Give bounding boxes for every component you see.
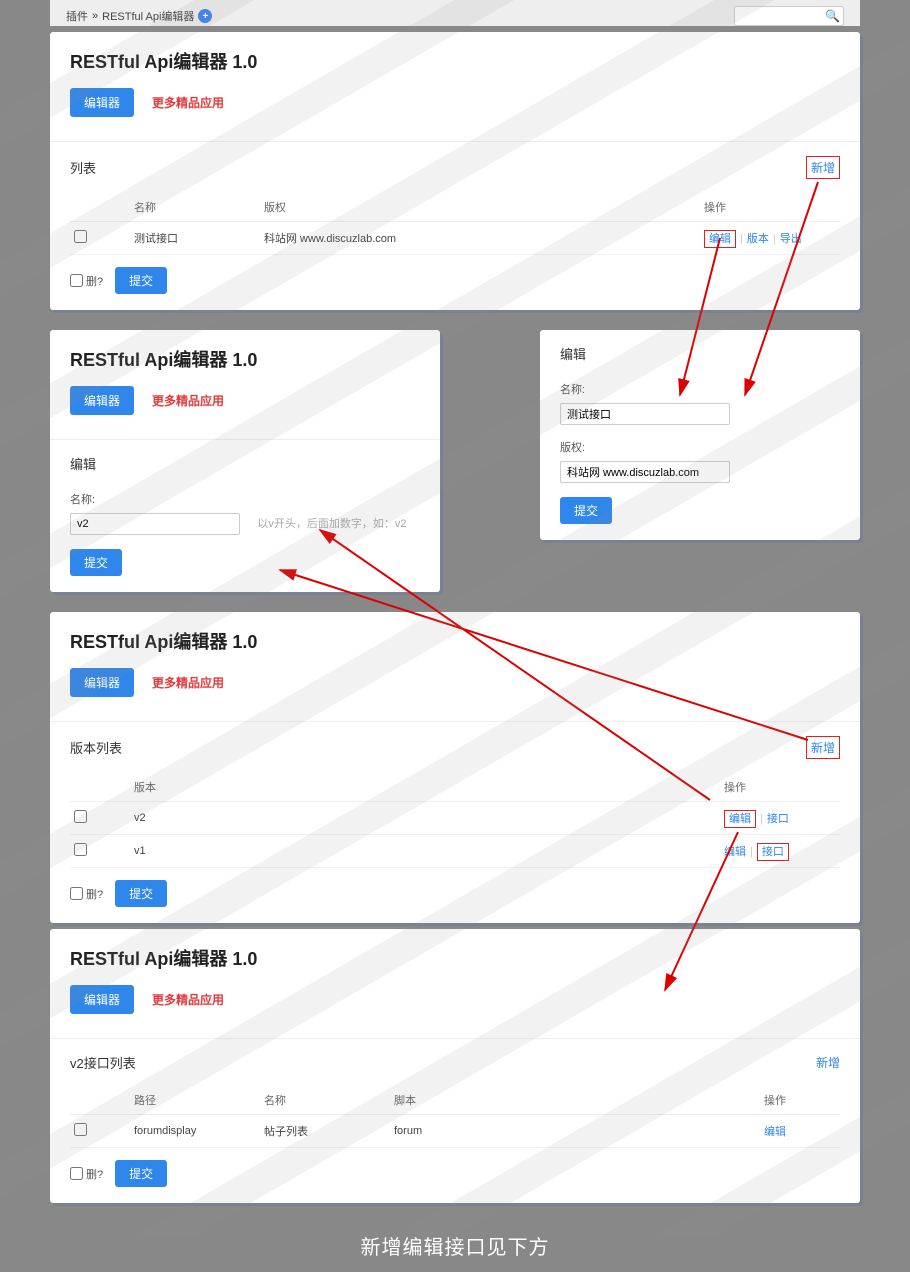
col-copyright: 版权 [260,193,700,222]
label-copyright: 版权: [560,439,840,455]
panel-version-list: RESTful Api编辑器 1.0 编辑器 更多精品应用 版本列表 新增 版本… [50,612,860,923]
list-title: 列表 [70,158,96,177]
panel-edit-version: RESTful Api编辑器 1.0 编辑器 更多精品应用 编辑 名称: 以v开… [50,330,440,592]
bottom-caption: 新增编辑接口见下方 [0,1209,910,1272]
submit-button[interactable]: 提交 [70,549,122,576]
list-title: v2接口列表 [70,1053,136,1072]
version-table: 版本 操作 v2 编辑|接口 v1 编辑|接口 [70,773,840,868]
tab-editor[interactable]: 编辑器 [70,668,134,697]
table-row: v1 编辑|接口 [70,835,840,868]
interface-link[interactable]: 接口 [757,843,789,861]
page-title: RESTful Api编辑器 1.0 [70,346,420,372]
row-copyright: 科站网 www.discuzlab.com [260,222,700,255]
name-input[interactable] [70,513,240,535]
row-checkbox[interactable] [74,1123,87,1136]
row-path: forumdisplay [130,1115,260,1148]
delete-checkbox-label[interactable]: 删? [70,886,103,902]
label-name: 名称: [70,491,420,507]
interface-link[interactable]: 接口 [767,813,789,825]
row-checkbox[interactable] [74,843,87,856]
export-link[interactable]: 导出 [780,233,802,245]
search-icon[interactable]: 🔍 [825,9,840,23]
panel-edit-api: 编辑 名称: 版权: 提交 [540,330,860,540]
tab-more-apps[interactable]: 更多精品应用 [152,991,224,1008]
tab-editor[interactable]: 编辑器 [70,88,134,117]
row-checkbox[interactable] [74,810,87,823]
row-script: forum [390,1115,760,1148]
col-op: 操作 [760,1086,840,1115]
page-title: RESTful Api编辑器 1.0 [70,48,840,74]
edit-link[interactable]: 编辑 [724,810,756,828]
name-hint: 以v开头，后面加数字，如：v2 [257,518,406,530]
edit-link[interactable]: 编辑 [724,846,746,858]
breadcrumb-sep: » [92,10,98,22]
name-input[interactable] [560,403,730,425]
list-title: 版本列表 [70,738,122,757]
panel-list: RESTful Api编辑器 1.0 编辑器 更多精品应用 列表 新增 名称 版… [50,32,860,310]
col-version: 版本 [130,773,720,802]
edit-link[interactable]: 编辑 [704,230,736,248]
breadcrumb-current[interactable]: RESTful Api编辑器 [102,8,194,24]
table-row: v2 编辑|接口 [70,802,840,835]
interface-table: 路径 名称 脚本 操作 forumdisplay 帖子列表 forum 编辑 [70,1086,840,1148]
tab-more-apps[interactable]: 更多精品应用 [152,94,224,111]
col-path: 路径 [130,1086,260,1115]
form-title: 编辑 [560,344,840,363]
col-op: 操作 [700,193,840,222]
col-op: 操作 [720,773,840,802]
tab-more-apps[interactable]: 更多精品应用 [152,392,224,409]
tab-editor[interactable]: 编辑器 [70,386,134,415]
breadcrumb-plugin[interactable]: 插件 [66,8,88,24]
panel-interface-list: RESTful Api编辑器 1.0 编辑器 更多精品应用 v2接口列表 新增 … [50,929,860,1203]
row-version: v1 [130,835,720,868]
page-title: RESTful Api编辑器 1.0 [70,628,840,654]
table-row: forumdisplay 帖子列表 forum 编辑 [70,1115,840,1148]
delete-checkbox-label[interactable]: 删? [70,273,103,289]
row-name: 帖子列表 [260,1115,390,1148]
submit-button[interactable]: 提交 [560,497,612,524]
row-checkbox[interactable] [74,230,87,243]
tab-more-apps[interactable]: 更多精品应用 [152,674,224,691]
delete-checkbox[interactable] [70,274,83,287]
add-button[interactable]: 新增 [806,736,840,759]
search-box: 🔍 [734,6,844,26]
form-title: 编辑 [70,454,420,473]
delete-checkbox[interactable] [70,1167,83,1180]
col-name: 名称 [260,1086,390,1115]
page-title: RESTful Api编辑器 1.0 [70,945,840,971]
delete-checkbox-label[interactable]: 删? [70,1166,103,1182]
add-button[interactable]: 新增 [816,1054,840,1071]
col-script: 脚本 [390,1086,760,1115]
col-name: 名称 [130,193,260,222]
delete-checkbox[interactable] [70,887,83,900]
submit-button[interactable]: 提交 [115,880,167,907]
label-name: 名称: [560,381,840,397]
submit-button[interactable]: 提交 [115,267,167,294]
breadcrumb: 插件 » RESTful Api编辑器 + 🔍 [50,0,860,26]
list-table: 名称 版权 操作 测试接口 科站网 www.discuzlab.com 编辑|版… [70,193,840,255]
table-row: 测试接口 科站网 www.discuzlab.com 编辑|版本|导出 [70,222,840,255]
row-version: v2 [130,802,720,835]
submit-button[interactable]: 提交 [115,1160,167,1187]
row-name: 测试接口 [130,222,260,255]
edit-link[interactable]: 编辑 [764,1126,786,1138]
copyright-input[interactable] [560,461,730,483]
version-link[interactable]: 版本 [747,233,769,245]
add-button[interactable]: 新增 [806,156,840,179]
tab-editor[interactable]: 编辑器 [70,985,134,1014]
add-plugin-icon[interactable]: + [198,9,212,23]
